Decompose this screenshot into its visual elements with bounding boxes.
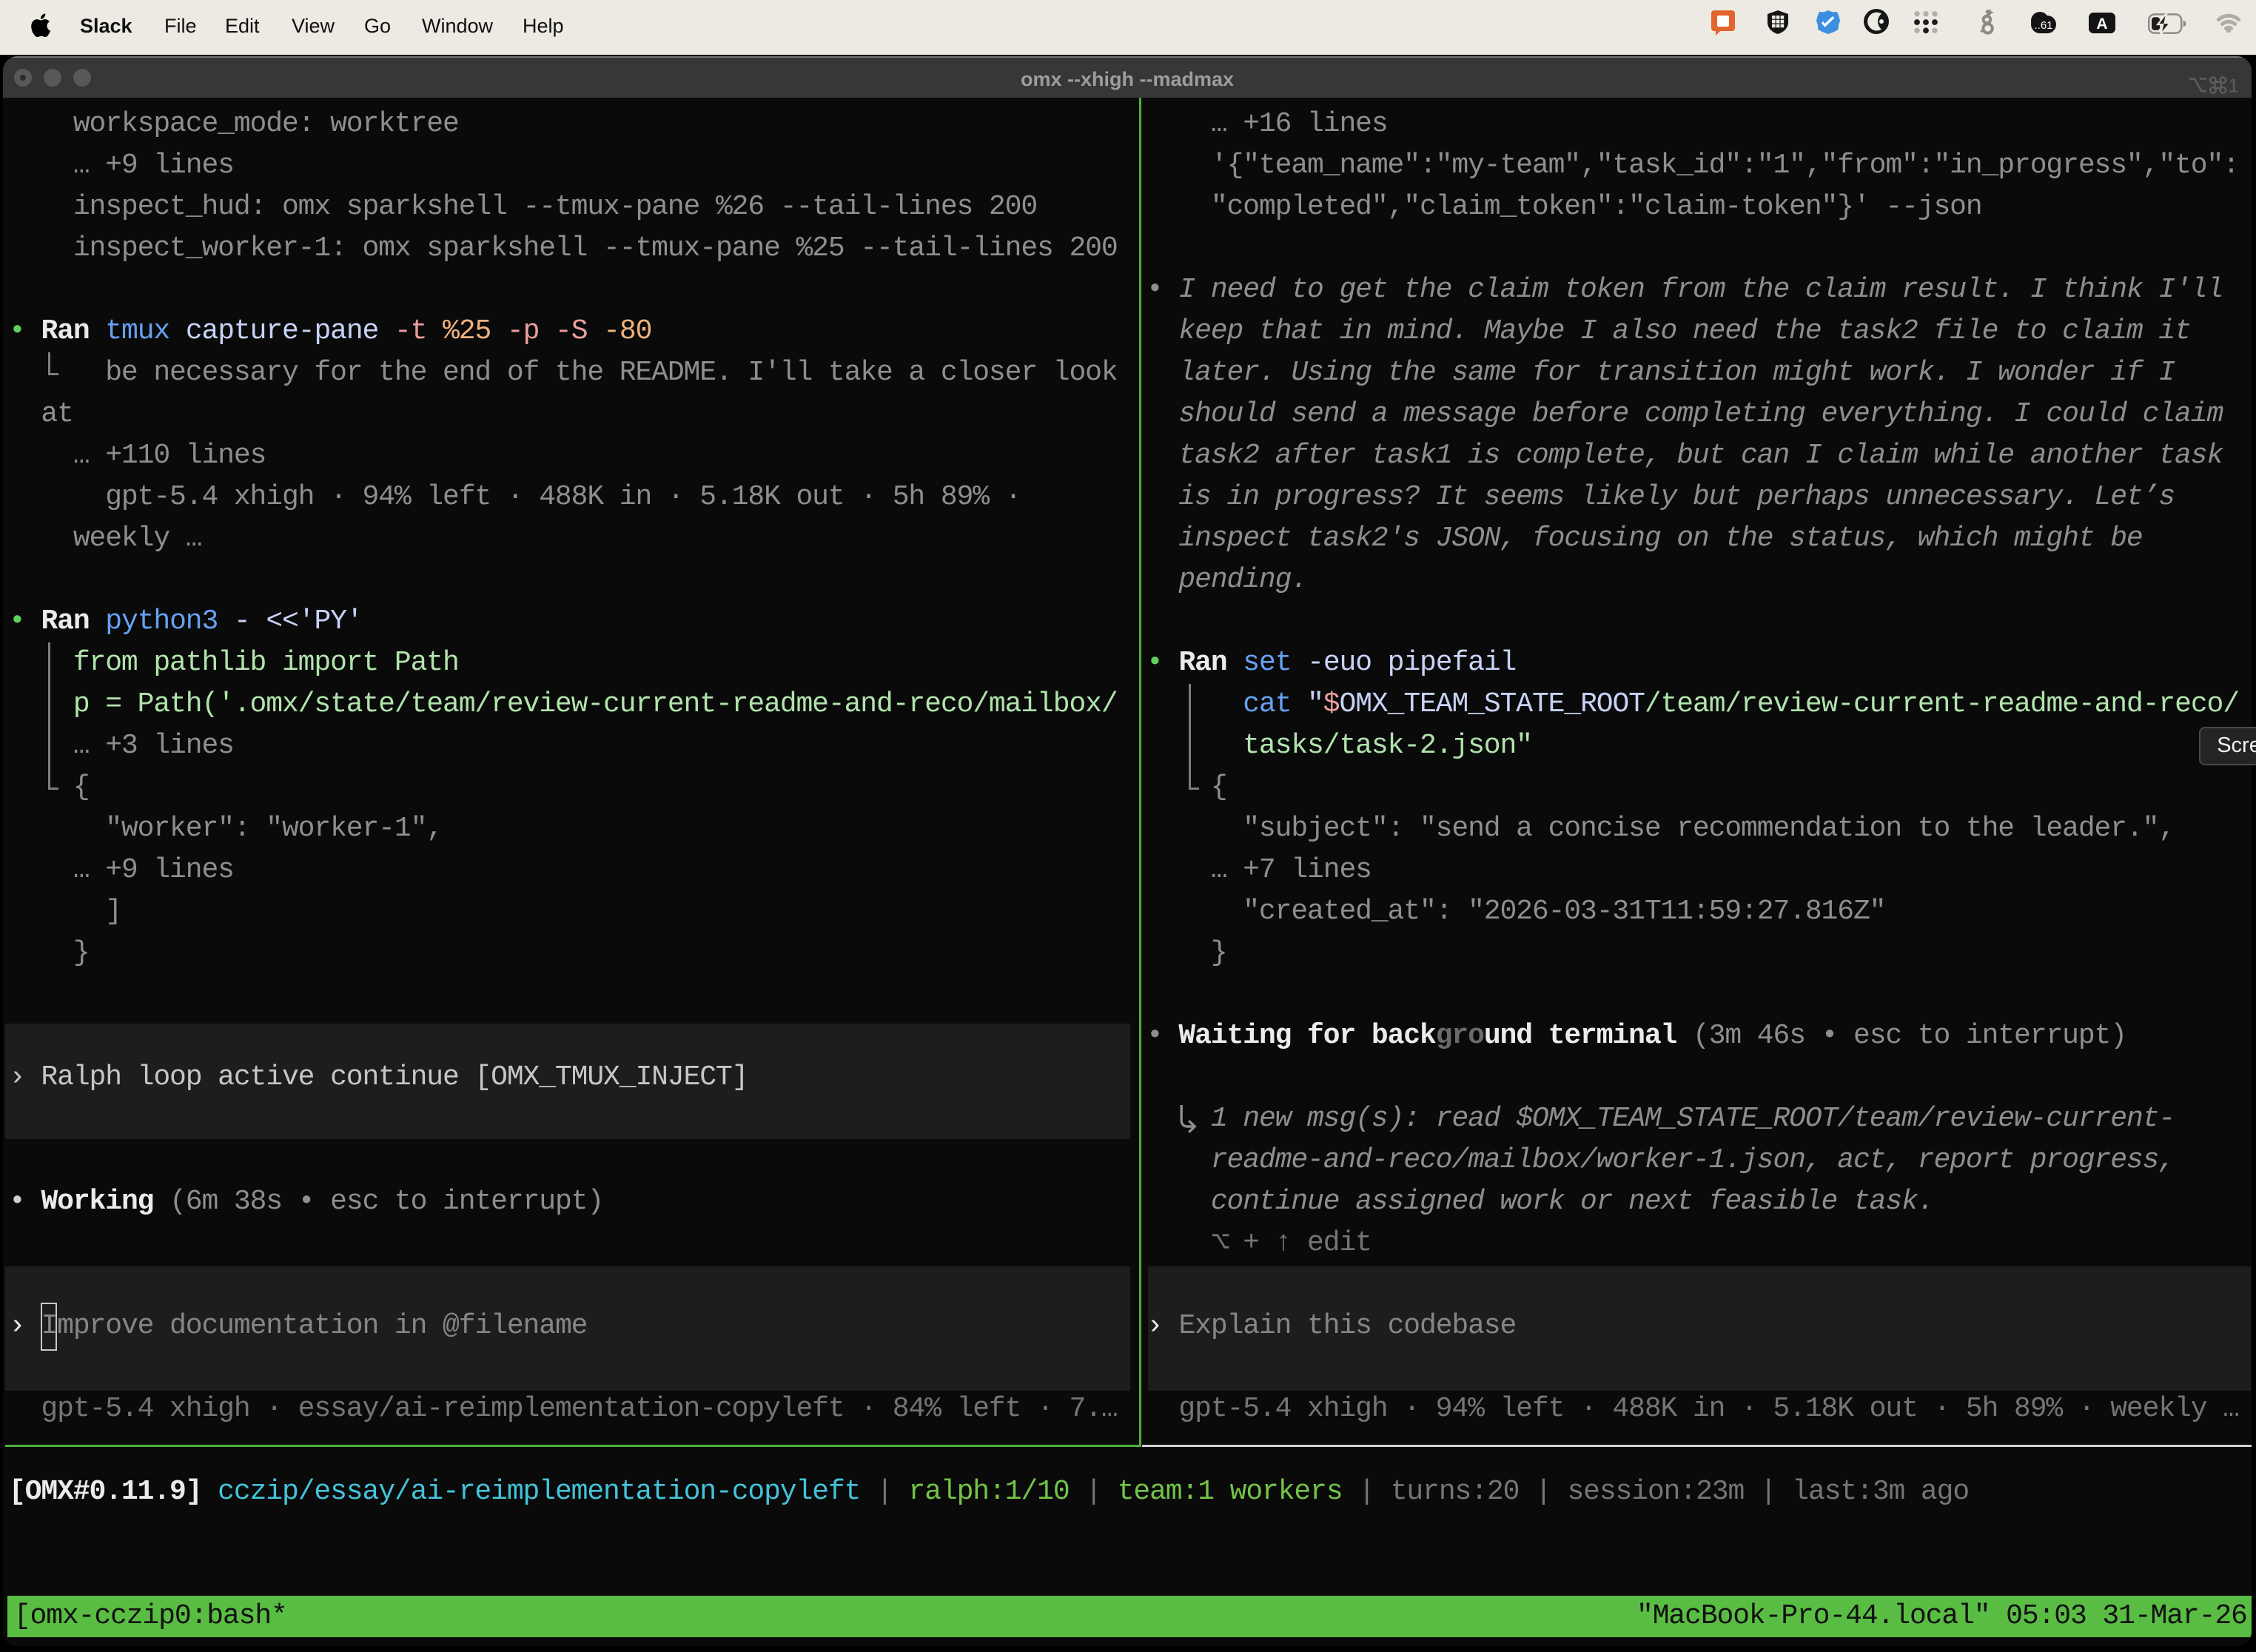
svg-text:1: 1 [2228,75,2238,96]
svg-text:A: A [2096,16,2107,33]
svg-text:..61: ..61 [2034,19,2052,32]
